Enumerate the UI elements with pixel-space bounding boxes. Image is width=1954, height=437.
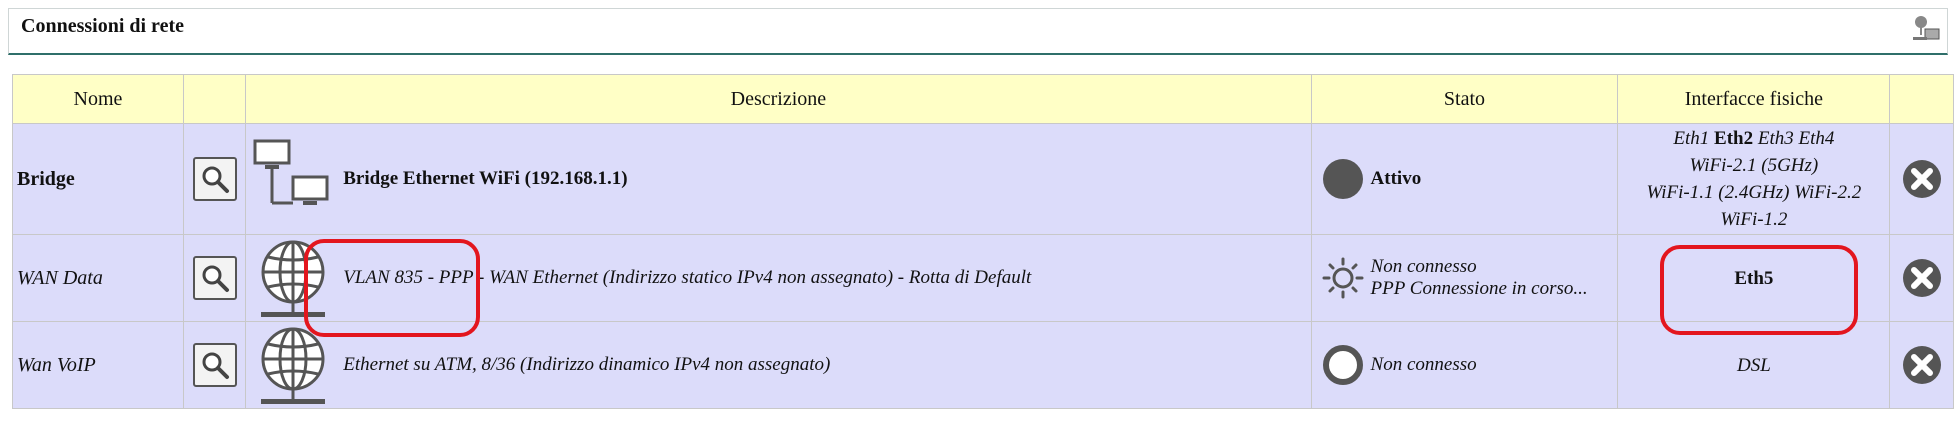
iface-eth2: Eth2: [1714, 128, 1754, 149]
header-description: Descrizione: [245, 74, 1312, 124]
magnifier-icon: [202, 265, 229, 292]
view-details-button[interactable]: [192, 343, 237, 387]
network-connections-panel: Connessioni di rete: [8, 8, 1948, 55]
inactive-ring-icon: [1322, 345, 1363, 385]
iface-wifi12: WiFi-1.2: [1720, 209, 1788, 230]
row-status: Non connesso: [1370, 354, 1477, 375]
connecting-sun-icon: [1322, 257, 1364, 299]
panel-title: Connessioni di rete: [21, 15, 184, 37]
row-name: Wan VoIP: [12, 321, 184, 409]
iface-eth3-eth4: Eth3 Eth4: [1757, 128, 1835, 149]
row-description: Ethernet su ATM, 8/36 (Indirizzo dinamic…: [343, 354, 831, 375]
table-row: Wan VoIP Ethernet su ATM, 8/36 (Indirizz…: [12, 321, 1954, 409]
iface-wifi21: WiFi-2.1 (5GHz): [1689, 155, 1819, 176]
row-name: Bridge: [12, 123, 184, 235]
view-details-button[interactable]: [192, 256, 237, 300]
table-header-row: Nome Descrizione Stato Interfacce fisich…: [12, 74, 1954, 124]
row-description: Bridge Ethernet WiFi (192.168.1.1): [343, 168, 628, 189]
row-status-detail: PPP Connessione in corso...: [1370, 278, 1588, 299]
delete-button[interactable]: [1902, 258, 1942, 298]
row-status: Attivo: [1370, 168, 1422, 189]
bridge-network-icon: [253, 139, 329, 205]
header-status: Stato: [1310, 74, 1619, 124]
row-name: WAN Data: [12, 234, 184, 322]
magnifier-icon: [202, 352, 229, 379]
header-view: [182, 74, 247, 124]
magnifier-icon: [202, 166, 229, 193]
header-delete: [1889, 74, 1954, 124]
network-settings-icon[interactable]: [1911, 13, 1941, 43]
delete-button[interactable]: [1902, 345, 1942, 385]
view-details-button[interactable]: [192, 157, 237, 201]
highlight-vlan-annotation: [304, 239, 480, 337]
header-name: Nome: [12, 74, 184, 124]
row-interfaces: Eth1 Eth2 Eth3 Eth4 WiFi-2.1 (5GHz) WiFi…: [1617, 123, 1891, 235]
iface-wifi11-wifi22: WiFi-1.1 (2.4GHz) WiFi-2.2: [1646, 182, 1862, 203]
highlight-eth5-annotation: [1660, 245, 1858, 335]
table-row: Bridge Bridge Ethernet WiFi (192.168.1.1…: [12, 123, 1954, 235]
active-dot-icon: [1322, 159, 1363, 199]
connections-table: Nome Descrizione Stato Interfacce fisich…: [12, 74, 1954, 409]
delete-button[interactable]: [1902, 159, 1942, 199]
header-interfaces: Interfacce fisiche: [1617, 74, 1891, 124]
row-status: Non connesso: [1370, 256, 1477, 277]
iface-eth1: Eth1: [1673, 128, 1710, 149]
